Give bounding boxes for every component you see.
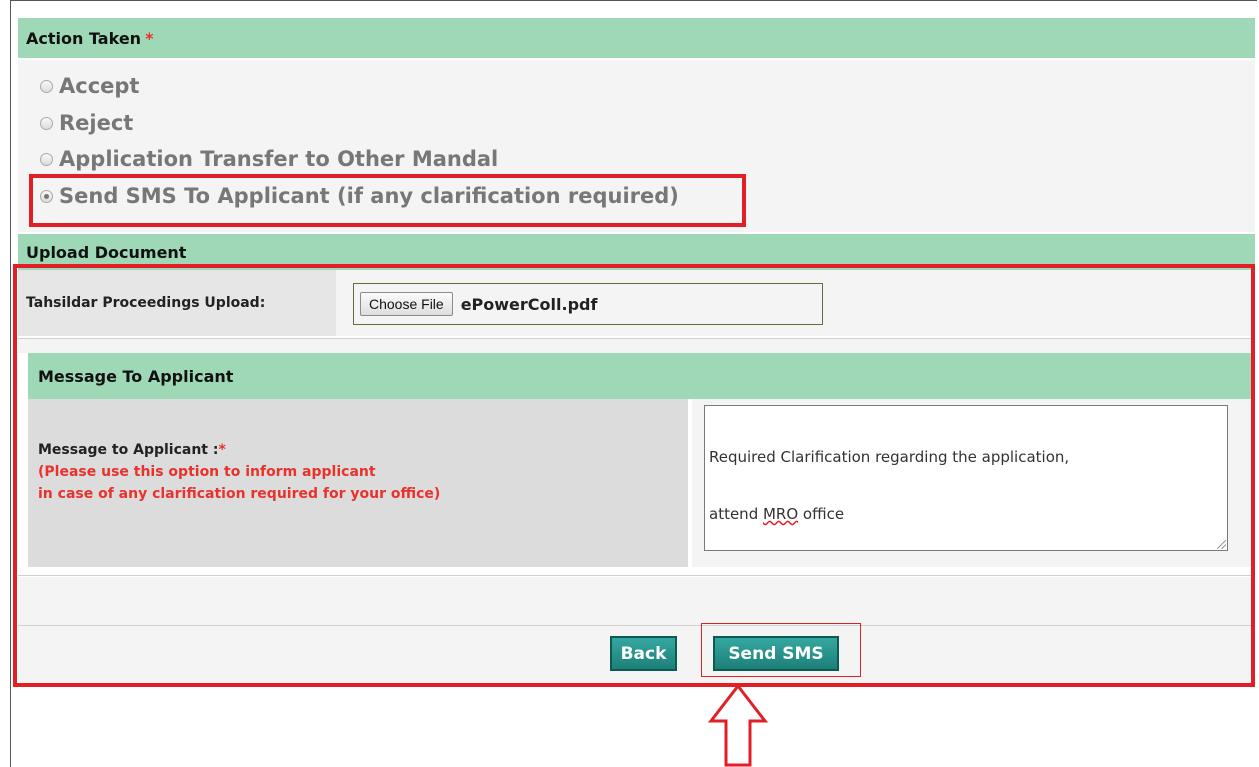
highlight-box-sms-option [29,174,746,227]
radio-button[interactable] [40,152,53,166]
radio-reject[interactable]: Reject [40,111,133,135]
upload-document-title: Upload Document [26,242,187,262]
radio-label: Accept [59,74,140,98]
arrow-up-icon [707,683,769,767]
radio-accept[interactable]: Accept [40,74,139,98]
action-taken-header: Action Taken * [18,18,1255,58]
highlight-box-form [13,264,1255,687]
radio-transfer[interactable]: Application Transfer to Other Mandal [40,147,498,171]
radio-label: Reject [59,111,134,135]
required-marker: * [145,28,154,48]
action-taken-title: Action Taken [26,28,142,48]
radio-button[interactable] [40,116,53,130]
radio-button[interactable] [40,79,53,93]
radio-label: Application Transfer to Other Mandal [59,147,499,171]
